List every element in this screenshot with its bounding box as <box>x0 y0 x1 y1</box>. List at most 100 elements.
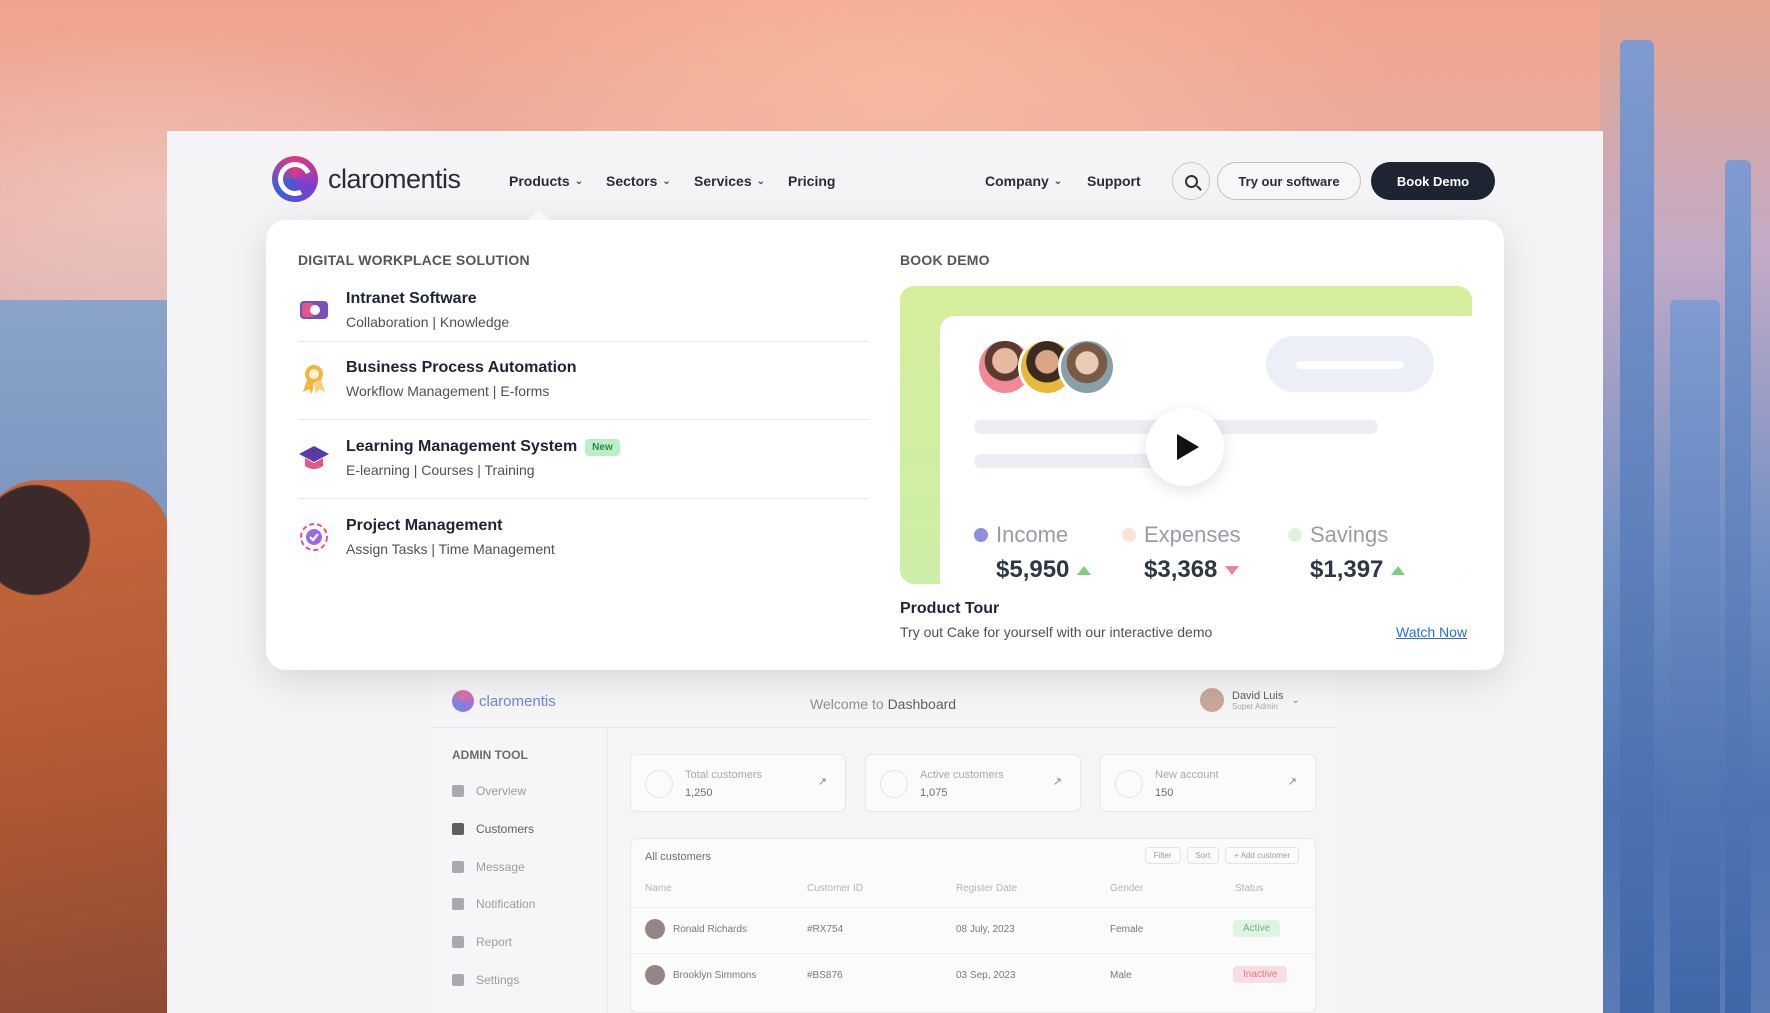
nav-services[interactable]: Services ⌄ <box>694 173 765 189</box>
menu-item-title: Intranet Software <box>346 290 477 307</box>
try-software-button[interactable]: Try our software <box>1217 162 1361 200</box>
kpi-card: Active customers 1,075 ↗ <box>865 754 1081 812</box>
sidebar-item-label: Notification <box>476 897 536 911</box>
metric-label: Savings <box>1310 522 1389 547</box>
column-header: Customer ID <box>807 883 864 894</box>
dashboard-brand: claromentis <box>479 692 556 710</box>
customers-table: All customers Filter Sort + Add customer… <box>630 838 1317 1013</box>
row-gender: Female <box>1110 924 1144 935</box>
nav-sectors[interactable]: Sectors ⌄ <box>606 173 671 189</box>
demo-preview[interactable]: Income $5,950 Expenses $3,368 Savings $1… <box>900 286 1472 584</box>
logo-text: claromentis <box>328 163 461 194</box>
nav-pricing[interactable]: Pricing <box>788 173 835 189</box>
kpi-label: New account <box>1155 769 1219 781</box>
metric-label: Income <box>996 522 1069 547</box>
search-button[interactable] <box>1172 162 1210 200</box>
nav-products[interactable]: Products ⌄ <box>509 173 583 189</box>
menu-item-subtitle: Workflow Management | E-forms <box>346 383 550 399</box>
graduation-cap-icon <box>299 446 329 469</box>
trend-down-icon <box>1225 565 1240 575</box>
chevron-down-icon: ⌄ <box>756 175 765 187</box>
row-name-text: Ronald Richards <box>673 923 747 935</box>
user-check-icon <box>880 770 908 798</box>
avatar <box>1200 688 1224 712</box>
intranet-icon <box>300 301 328 319</box>
row-id: #BS876 <box>807 970 843 981</box>
arrow-up-right-icon: ↗ <box>817 776 827 788</box>
welcome-prefix: Welcome to <box>810 696 884 712</box>
menu-item-intranet[interactable]: Intranet Software Collaboration | Knowle… <box>298 280 868 358</box>
sidebar-item-label: Overview <box>476 784 527 798</box>
grid-icon <box>452 785 464 797</box>
document-icon <box>1115 770 1143 798</box>
sidebar-item-label: Message <box>476 860 525 874</box>
watch-now-link[interactable]: Watch Now <box>1396 624 1467 640</box>
sort-button: Sort <box>1186 847 1220 864</box>
metric-value: $1,397 <box>1310 556 1384 583</box>
status-badge: Inactive <box>1233 966 1288 983</box>
search-icon <box>1184 174 1198 188</box>
menu-item-project[interactable]: Project Management Assign Tasks | Time M… <box>298 507 868 585</box>
avatar <box>1058 338 1116 396</box>
sidebar-item-label: Customers <box>476 822 535 836</box>
arrow-up-right-icon: ↗ <box>1287 776 1297 788</box>
sidebar-item-overview: Overview <box>452 784 526 798</box>
nav-support[interactable]: Support <box>1087 173 1141 189</box>
award-icon <box>303 365 325 394</box>
book-demo-button[interactable]: Book Demo <box>1371 162 1495 200</box>
sidebar-item-settings: Settings <box>452 973 519 987</box>
section-title: DIGITAL WORKPLACE SOLUTION <box>298 252 530 268</box>
metric-income: Income $5,950 <box>974 522 1092 584</box>
product-tour-title: Product Tour <box>900 600 1000 617</box>
nav-pricing-label: Pricing <box>788 173 836 189</box>
menu-item-bpa[interactable]: Business Process Automation Workflow Man… <box>298 349 868 427</box>
nav-products-label: Products <box>509 173 570 189</box>
logo-icon <box>452 690 474 712</box>
nav-support-label: Support <box>1087 173 1141 189</box>
kpi-value: 150 <box>1155 787 1174 799</box>
menu-item-title-text: Learning Management System <box>346 438 578 455</box>
menu-item-subtitle: Assign Tasks | Time Management <box>346 541 555 557</box>
dashboard-sidebar: ADMIN TOOL Overview Customers Message No… <box>432 728 608 1013</box>
target-check-icon <box>300 523 328 551</box>
menu-item-lms[interactable]: Learning Management System New E-learnin… <box>298 428 868 506</box>
section-title: BOOK DEMO <box>900 252 990 268</box>
avatar <box>645 965 665 985</box>
nav-company-label: Company <box>985 173 1049 189</box>
column-header: Gender <box>1110 883 1144 894</box>
chevron-down-icon: ⌄ <box>1291 694 1300 706</box>
column-header: Name <box>645 883 672 894</box>
dashboard-logo: claromentis <box>452 690 556 712</box>
kpi-value: 1,075 <box>920 787 948 799</box>
legend-dot <box>974 528 988 542</box>
logo-icon <box>272 156 318 202</box>
brand-logo[interactable]: claromentis <box>272 156 461 202</box>
play-button[interactable] <box>1146 408 1224 486</box>
table-title: All customers <box>645 851 712 863</box>
legend-dot <box>1122 528 1136 542</box>
table-row: Brooklyn Simmons #BS876 03 Sep, 2023 Mal… <box>631 953 1317 999</box>
products-dropdown: DIGITAL WORKPLACE SOLUTION BOOK DEMO Int… <box>266 220 1504 670</box>
nav-company[interactable]: Company ⌄ <box>985 173 1062 189</box>
kpi-label: Active customers <box>920 769 1004 781</box>
background-person <box>0 480 170 1013</box>
flag-icon <box>452 936 464 948</box>
divider <box>298 341 868 342</box>
column-header: Register Date <box>956 883 1018 894</box>
metric-savings: Savings $1,397 <box>1288 522 1406 584</box>
row-name-text: Brooklyn Simmons <box>673 969 757 981</box>
message-icon <box>452 861 464 873</box>
preview-card: Income $5,950 Expenses $3,368 Savings $1… <box>940 316 1472 584</box>
kpi-card: Total customers 1,250 ↗ <box>630 754 846 812</box>
gear-icon <box>452 974 464 986</box>
filter-button: Filter <box>1144 847 1181 864</box>
row-gender: Male <box>1110 970 1132 981</box>
metric-expenses: Expenses $3,368 <box>1122 522 1241 584</box>
arrow-up-right-icon: ↗ <box>1052 776 1062 788</box>
users-icon <box>452 823 464 835</box>
menu-item-title: Project Management <box>346 517 503 534</box>
user-menu: David Luis Super Admin ⌄ <box>1200 688 1300 712</box>
trend-up-icon <box>1391 565 1406 575</box>
navbar: claromentis Products ⌄ Sectors ⌄ Services ⌄… <box>167 131 1603 231</box>
metric-label: Expenses <box>1144 522 1241 547</box>
